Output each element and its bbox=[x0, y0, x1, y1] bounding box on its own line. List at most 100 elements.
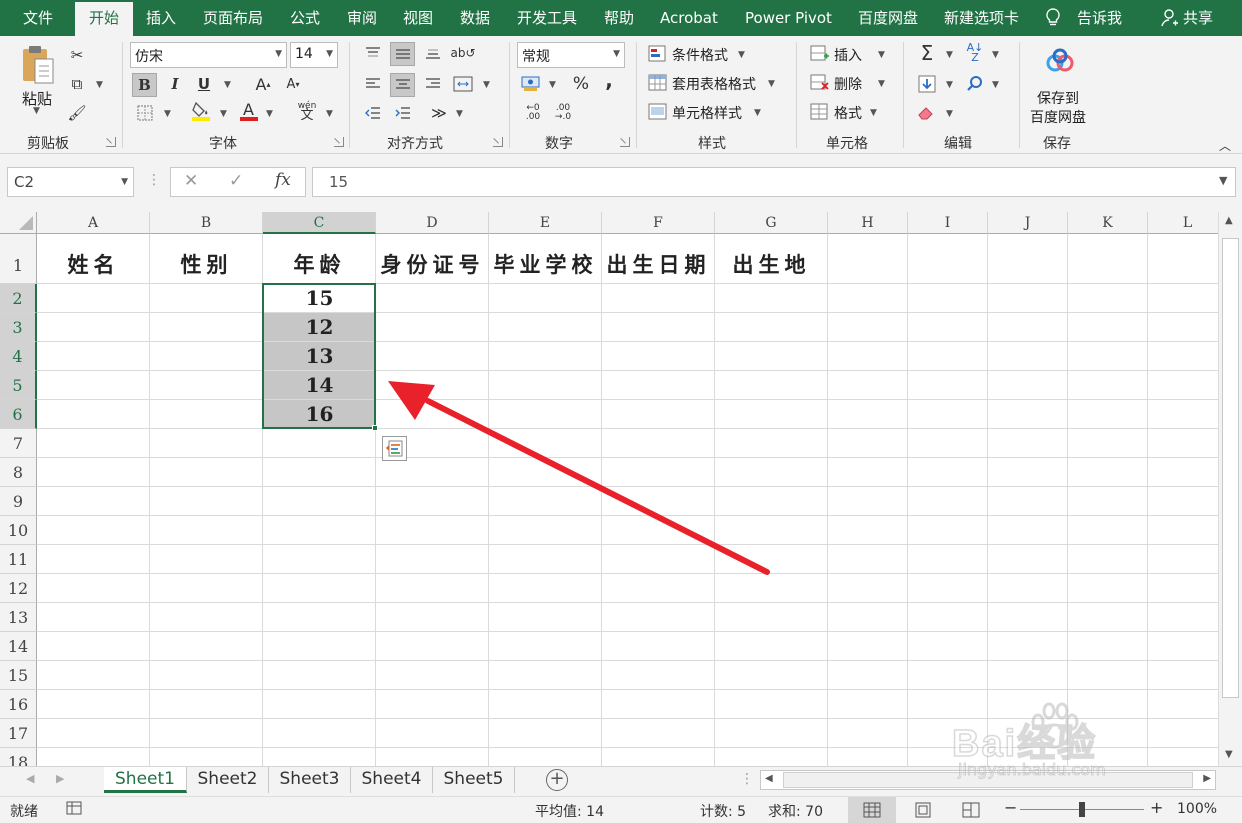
cell-f13[interactable] bbox=[602, 603, 715, 632]
cell-h4[interactable] bbox=[828, 342, 908, 371]
cell-i3[interactable] bbox=[908, 313, 988, 342]
cell-g12[interactable] bbox=[715, 574, 828, 603]
cell-g17[interactable] bbox=[715, 719, 828, 748]
prev-sheet-icon[interactable]: ◀ bbox=[26, 772, 34, 785]
cell-f18[interactable] bbox=[602, 748, 715, 766]
cell-g16[interactable] bbox=[715, 690, 828, 719]
align-right-icon[interactable] bbox=[422, 73, 444, 95]
cell-g6[interactable] bbox=[715, 400, 828, 429]
cell-h14[interactable] bbox=[828, 632, 908, 661]
enter-icon[interactable]: ✓ bbox=[229, 171, 243, 191]
cell-i12[interactable] bbox=[908, 574, 988, 603]
cell-f11[interactable] bbox=[602, 545, 715, 574]
cell-j7[interactable] bbox=[988, 429, 1068, 458]
sheet-tab-sheet3[interactable]: Sheet3 bbox=[269, 767, 351, 793]
cell-d4[interactable] bbox=[376, 342, 489, 371]
cell-b18[interactable] bbox=[150, 748, 263, 766]
decrease-indent-icon[interactable] bbox=[362, 102, 384, 124]
row-header-18[interactable]: 18 bbox=[0, 748, 37, 766]
alignment-launcher-icon[interactable] bbox=[493, 137, 503, 147]
insert-function-icon[interactable]: fx bbox=[275, 170, 291, 190]
row-header-12[interactable]: 12 bbox=[0, 574, 37, 603]
cell-c10[interactable] bbox=[263, 516, 376, 545]
cell-g11[interactable] bbox=[715, 545, 828, 574]
cell-g14[interactable] bbox=[715, 632, 828, 661]
tab-review[interactable]: 审阅 bbox=[347, 0, 377, 36]
cell-d8[interactable] bbox=[376, 458, 489, 487]
cell-b17[interactable] bbox=[150, 719, 263, 748]
cell-h17[interactable] bbox=[828, 719, 908, 748]
cell-k2[interactable] bbox=[1068, 284, 1148, 313]
copy-icon[interactable]: ⧉ bbox=[66, 73, 88, 95]
tab-new-tab[interactable]: 新建选项卡 bbox=[944, 0, 1019, 36]
expand-formula-icon[interactable]: ▼ bbox=[1219, 174, 1227, 187]
phonetic-guide-icon[interactable]: wén 文 bbox=[296, 100, 318, 123]
row-header-17[interactable]: 17 bbox=[0, 719, 37, 748]
cell-e15[interactable] bbox=[489, 661, 602, 690]
row-header-8[interactable]: 8 bbox=[0, 458, 37, 487]
row-header-9[interactable]: 9 bbox=[0, 487, 37, 516]
cell-g2[interactable] bbox=[715, 284, 828, 313]
cell-g9[interactable] bbox=[715, 487, 828, 516]
cell-i15[interactable] bbox=[908, 661, 988, 690]
cell-b7[interactable] bbox=[150, 429, 263, 458]
cell-c14[interactable] bbox=[263, 632, 376, 661]
cell-d13[interactable] bbox=[376, 603, 489, 632]
normal-view-button[interactable] bbox=[848, 797, 896, 823]
cell-f14[interactable] bbox=[602, 632, 715, 661]
cell-i11[interactable] bbox=[908, 545, 988, 574]
cell-k7[interactable] bbox=[1068, 429, 1148, 458]
cell-k12[interactable] bbox=[1068, 574, 1148, 603]
cell-g4[interactable] bbox=[715, 342, 828, 371]
cell-g15[interactable] bbox=[715, 661, 828, 690]
name-box[interactable]: C2 ▼ bbox=[7, 167, 134, 197]
cell-l11[interactable] bbox=[1148, 545, 1218, 574]
cell-g7[interactable] bbox=[715, 429, 828, 458]
border-icon[interactable] bbox=[134, 102, 156, 124]
cell-a9[interactable] bbox=[37, 487, 150, 516]
align-left-icon[interactable] bbox=[362, 73, 384, 95]
tab-home[interactable]: 开始 bbox=[75, 2, 134, 36]
cell-a4[interactable] bbox=[37, 342, 150, 371]
row-header-13[interactable]: 13 bbox=[0, 603, 37, 632]
cell-e6[interactable] bbox=[489, 400, 602, 429]
cell-a17[interactable] bbox=[37, 719, 150, 748]
column-header-a[interactable]: A bbox=[37, 212, 150, 234]
row-header-16[interactable]: 16 bbox=[0, 690, 37, 719]
cell-c11[interactable] bbox=[263, 545, 376, 574]
cell-h15[interactable] bbox=[828, 661, 908, 690]
cell-f17[interactable] bbox=[602, 719, 715, 748]
cell-d16[interactable] bbox=[376, 690, 489, 719]
cell-k8[interactable] bbox=[1068, 458, 1148, 487]
cell-l14[interactable] bbox=[1148, 632, 1218, 661]
cell-i10[interactable] bbox=[908, 516, 988, 545]
cell-e10[interactable] bbox=[489, 516, 602, 545]
cell-c15[interactable] bbox=[263, 661, 376, 690]
cell-j15[interactable] bbox=[988, 661, 1068, 690]
cell-b15[interactable] bbox=[150, 661, 263, 690]
cell-k14[interactable] bbox=[1068, 632, 1148, 661]
tab-help[interactable]: 帮助 bbox=[604, 0, 634, 36]
fill-handle[interactable] bbox=[372, 425, 378, 431]
cell-e14[interactable] bbox=[489, 632, 602, 661]
cell-b5[interactable] bbox=[150, 371, 263, 400]
cell-i1[interactable] bbox=[908, 234, 988, 284]
cell-f9[interactable] bbox=[602, 487, 715, 516]
comma-style-button[interactable]: , bbox=[598, 68, 620, 92]
cell-e3[interactable] bbox=[489, 313, 602, 342]
tab-power-pivot[interactable]: Power Pivot bbox=[745, 0, 832, 36]
font-size-select[interactable]: 14 ▼ bbox=[290, 42, 338, 68]
cell-f5[interactable] bbox=[602, 371, 715, 400]
cell-f12[interactable] bbox=[602, 574, 715, 603]
align-bottom-icon[interactable] bbox=[422, 42, 444, 64]
cell-b11[interactable] bbox=[150, 545, 263, 574]
cell-a13[interactable] bbox=[37, 603, 150, 632]
tab-developer[interactable]: 开发工具 bbox=[517, 0, 577, 36]
font-name-select[interactable]: 仿宋 ▼ bbox=[130, 42, 287, 68]
cell-k1[interactable] bbox=[1068, 234, 1148, 284]
zoom-level[interactable]: 100% bbox=[1177, 801, 1217, 817]
cell-d5[interactable] bbox=[376, 371, 489, 400]
fill-color-icon[interactable] bbox=[190, 100, 212, 122]
align-middle-icon[interactable] bbox=[390, 42, 415, 66]
italic-button[interactable]: I bbox=[164, 73, 186, 95]
